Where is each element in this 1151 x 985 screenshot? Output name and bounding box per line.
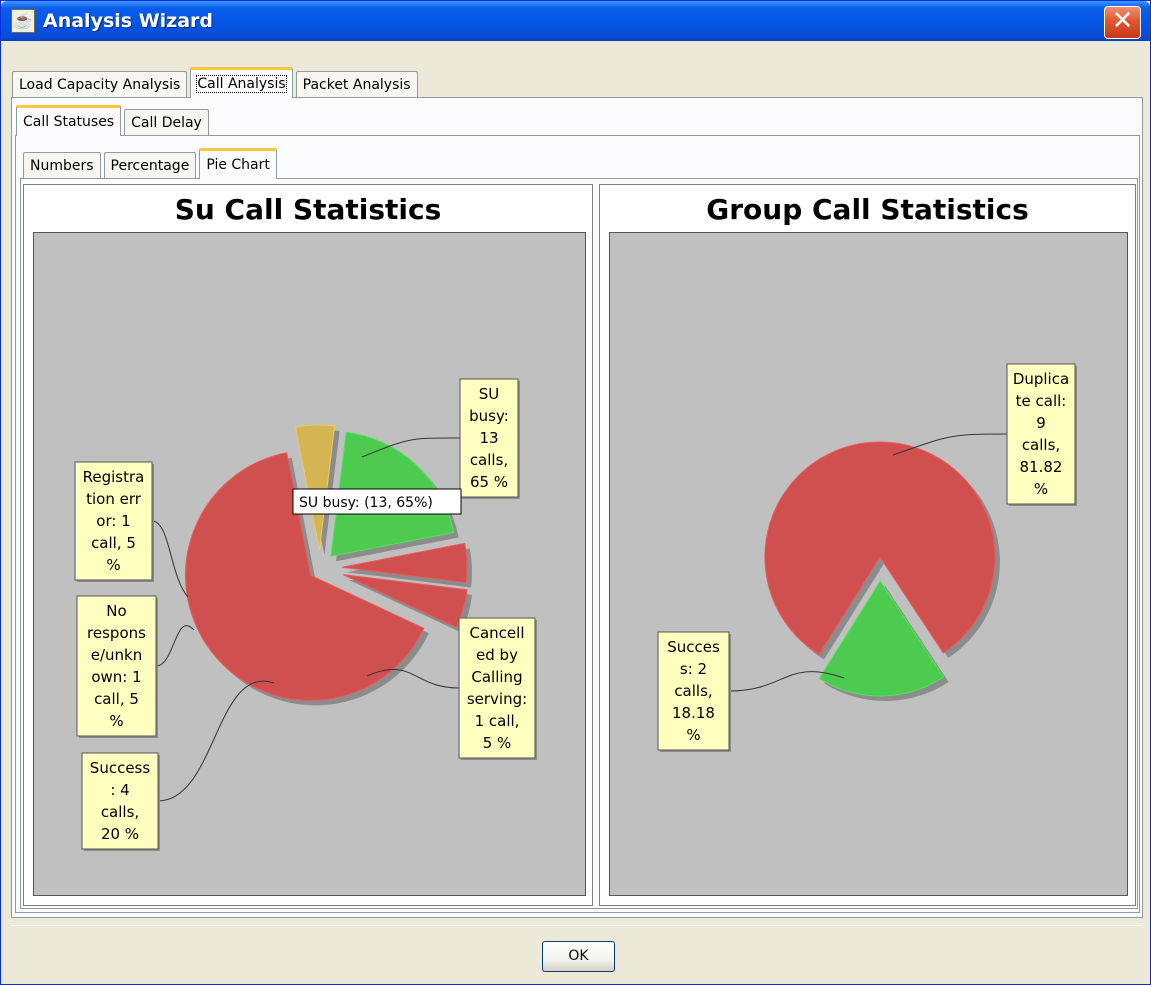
slice-label-text: No: [106, 602, 126, 620]
slice-label-text: ed by: [476, 646, 518, 664]
tab-label: Pie Chart: [206, 157, 270, 173]
java-cup-icon: ☕: [11, 9, 35, 33]
slice-label-text: %: [106, 556, 120, 574]
slice-label: Duplica te call: 9 calls, 81.82%: [1006, 363, 1077, 506]
window-title: Analysis Wizard: [43, 10, 214, 32]
slice-label-text: calls,: [674, 682, 712, 700]
tab-call-delay[interactable]: Call Delay: [124, 109, 209, 136]
tab-label: Numbers: [30, 158, 94, 174]
slice-label-text: 5 %: [483, 734, 512, 752]
slice-label-text: 18.18: [672, 704, 715, 722]
slice-label-text: Success: [90, 759, 151, 777]
separator: [11, 925, 1142, 926]
group-pie-chart: Duplica te call: 9 calls, 81.82% Succes s: 2 ca…: [657, 363, 1077, 752]
tab-label: Load Capacity Analysis: [19, 77, 181, 93]
slice-label-text: te call:: [1016, 392, 1067, 410]
slice-label-text: Succes: [667, 638, 720, 656]
close-button[interactable]: ✕: [1104, 6, 1141, 39]
slice-label-text: Duplica: [1013, 370, 1069, 388]
slice-label-text: : 4: [110, 781, 129, 799]
slice-label: No respons e/unkn own: 1 call, 5%: [76, 595, 158, 738]
slice-label: Cancell ed by Calling serving: 1 call, 5 %: [458, 617, 537, 760]
leader-line: [157, 680, 275, 802]
su-pie-chart: SU busy: 13 calls, 65 % Cancell ed by Calling se…: [74, 378, 537, 851]
slice-label-text: calls,: [101, 803, 139, 821]
call-statuses-tabs: Numbers Percentage Pie Chart: [23, 148, 280, 179]
slice-label-text: serving:: [467, 690, 527, 708]
slice-label-text: 65 %: [470, 473, 508, 491]
tooltip: SU busy: (13, 65%): [292, 488, 462, 515]
slice-label-text: e/unkn: [91, 646, 143, 664]
tab-label: Call Statuses: [23, 114, 115, 130]
tab-call-statuses[interactable]: Call Statuses: [16, 105, 122, 136]
slice-label-text: 20 %: [101, 825, 139, 843]
slice-label-text: respons: [87, 624, 146, 642]
slice-label-text: SU: [479, 385, 500, 403]
tab-numbers[interactable]: Numbers: [23, 152, 101, 179]
slice-label-text: 13: [479, 429, 498, 447]
tab-label: Packet Analysis: [302, 77, 411, 93]
slice-label-text: 9: [1036, 414, 1046, 432]
tab-percentage[interactable]: Percentage: [103, 152, 197, 179]
slice-label-text: Registra: [83, 468, 145, 486]
group-plot-area: Duplica te call: 9 calls, 81.82% Succes s: 2 ca…: [609, 232, 1128, 896]
slice-label-text: tion err: [86, 490, 142, 508]
slice-label-text: own: 1: [91, 668, 141, 686]
analysis-wizard-window: ☕ Analysis Wizard ✕ Load Capacity Analys…: [0, 0, 1151, 985]
slice-label: Succes s: 2 calls, 18.18%: [657, 631, 731, 752]
tab-label: Call Analysis: [196, 75, 287, 93]
slice-label-text: call, 5: [91, 534, 136, 552]
slice-label-text: %: [109, 712, 123, 730]
slice-label-text: %: [1034, 480, 1048, 498]
tab-label: Percentage: [110, 158, 190, 174]
su-plot-area: SU busy: 13 calls, 65 % Cancell ed by Calling se…: [33, 232, 586, 896]
slice-label-text: Calling: [471, 668, 522, 686]
leader-line: [155, 625, 195, 667]
tab-pie-chart[interactable]: Pie Chart: [199, 148, 277, 179]
slice-label-text: Cancell: [470, 624, 525, 642]
slice-label-text: calls,: [470, 451, 508, 469]
tab-label: Call Delay: [131, 115, 202, 131]
su-chart-title: Su Call Statistics: [174, 193, 442, 226]
tab-load-capacity-analysis[interactable]: Load Capacity Analysis: [12, 71, 188, 98]
close-icon: ✕: [1111, 6, 1134, 36]
top-tabs: Load Capacity Analysis Call Analysis Pac…: [12, 67, 421, 98]
slice-label-text: busy:: [469, 407, 509, 425]
slice-label-text: calls,: [1022, 436, 1060, 454]
slice-label-text: s: 2: [680, 660, 707, 678]
slice-label: Success : 4 calls, 20 %: [81, 752, 160, 851]
slice-label: Registra tion err or: 1 call, 5%: [74, 461, 154, 582]
slice-label-text: 81.82: [1020, 458, 1063, 476]
slice-label-text: call, 5: [94, 690, 139, 708]
ok-button[interactable]: OK: [542, 941, 615, 972]
tab-call-analysis[interactable]: Call Analysis: [190, 67, 293, 98]
call-analysis-tabs: Call Statuses Call Delay: [16, 105, 212, 136]
su-chart-panel: Su Call Statistics SU busy: 13 calls, 65 % Ca…: [23, 184, 593, 906]
group-chart-panel: Group Call Statistics Duplica te call: 9 ca…: [599, 184, 1136, 906]
leader-line: [151, 520, 189, 598]
tooltip-text: SU busy: (13, 65%): [299, 495, 433, 511]
slice-label-text: or: 1: [96, 512, 130, 530]
tab-packet-analysis[interactable]: Packet Analysis: [295, 71, 418, 98]
title-bar[interactable]: ☕ Analysis Wizard ✕: [1, 1, 1150, 41]
slice-label: SU busy: 13 calls, 65 %: [459, 378, 520, 499]
slice-label-text: %: [686, 726, 700, 744]
group-chart-title: Group Call Statistics: [706, 193, 1029, 226]
slice-label-text: 1 call,: [475, 712, 520, 730]
